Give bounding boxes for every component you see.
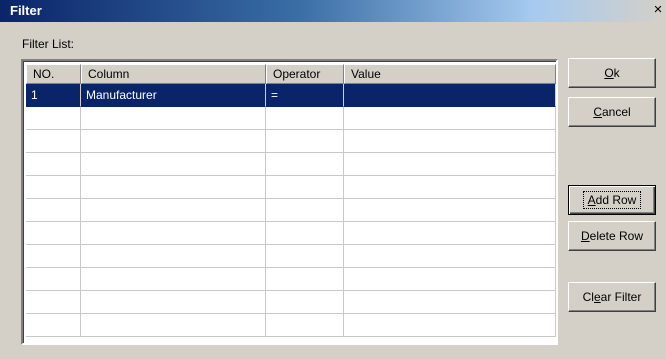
row-column-cell[interactable]	[81, 130, 266, 153]
ok-accel: O	[604, 65, 614, 80]
row-value-cell[interactable]	[344, 107, 556, 130]
empty-table-row[interactable]	[26, 107, 556, 130]
row-no-cell[interactable]	[26, 268, 81, 291]
close-icon[interactable]: ×	[650, 0, 666, 22]
row-value-cell[interactable]	[344, 245, 556, 268]
row-value-cell[interactable]	[344, 130, 556, 153]
delete-row-label: elete Row	[589, 228, 644, 243]
row-no-cell[interactable]	[26, 245, 81, 268]
row-column-cell[interactable]	[81, 107, 266, 130]
delete-row-accel: D	[580, 228, 590, 243]
row-column-cell[interactable]	[81, 176, 266, 199]
empty-table-row[interactable]	[26, 291, 556, 314]
row-column-cell[interactable]	[81, 268, 266, 291]
row-value-cell[interactable]	[344, 268, 556, 291]
filter-grid[interactable]: NO. Column Operator Value 1 Manufacturer =	[21, 59, 558, 345]
title-bar[interactable]: Filter ×	[0, 0, 666, 22]
empty-table-row[interactable]	[26, 314, 556, 337]
row-operator-cell[interactable]	[266, 199, 344, 222]
row-operator-cell[interactable]	[266, 314, 344, 337]
row-operator-cell[interactable]	[266, 245, 344, 268]
cancel-accel: C	[593, 104, 602, 119]
row-value-cell[interactable]	[344, 153, 556, 176]
clear-filter-label: ar Filter	[600, 289, 642, 304]
cancel-button[interactable]: Cancel	[568, 97, 656, 127]
filter-dialog: Filter × Filter List: NO. Column Operato…	[0, 0, 666, 359]
row-column-cell[interactable]	[81, 199, 266, 222]
row-value-cell[interactable]	[344, 176, 556, 199]
add-row-accel: A	[587, 192, 596, 207]
empty-table-row[interactable]	[26, 199, 556, 222]
empty-table-row[interactable]	[26, 245, 556, 268]
row-operator-cell[interactable]	[266, 268, 344, 291]
cancel-label: ancel	[601, 104, 631, 119]
row-column-cell[interactable]	[81, 291, 266, 314]
row-column-cell[interactable]: Manufacturer	[81, 84, 266, 107]
row-operator-cell[interactable]	[266, 130, 344, 153]
row-value-cell[interactable]	[344, 291, 556, 314]
row-column-cell[interactable]	[81, 222, 266, 245]
ok-label: k	[613, 65, 620, 80]
row-no-cell[interactable]	[26, 107, 81, 130]
row-no-cell[interactable]	[26, 291, 81, 314]
row-no-cell[interactable]	[26, 314, 81, 337]
grid-header: NO. Column Operator Value	[26, 64, 556, 84]
add-row-focus: Add Row	[582, 190, 642, 209]
row-operator-cell[interactable]	[266, 153, 344, 176]
row-value-cell[interactable]	[344, 84, 556, 107]
row-no-cell[interactable]: 1	[26, 84, 81, 107]
row-no-cell[interactable]	[26, 222, 81, 245]
column-header-column[interactable]: Column	[81, 64, 266, 84]
empty-table-row[interactable]	[26, 268, 556, 291]
add-row-label: dd Row	[595, 192, 637, 207]
row-no-cell[interactable]	[26, 130, 81, 153]
row-column-cell[interactable]	[81, 245, 266, 268]
window-title: Filter	[10, 3, 42, 18]
delete-row-button[interactable]: Delete Row	[568, 221, 656, 251]
column-header-no[interactable]: NO.	[26, 64, 81, 84]
filter-list-label: Filter List:	[22, 37, 75, 51]
row-value-cell[interactable]	[344, 199, 556, 222]
empty-table-row[interactable]	[26, 130, 556, 153]
row-operator-cell[interactable]: =	[266, 84, 344, 107]
table-row[interactable]: 1 Manufacturer =	[26, 84, 556, 107]
row-value-cell[interactable]	[344, 314, 556, 337]
row-no-cell[interactable]	[26, 199, 81, 222]
add-row-button[interactable]: Add Row	[568, 185, 656, 215]
row-no-cell[interactable]	[26, 153, 81, 176]
row-column-cell[interactable]	[81, 314, 266, 337]
row-operator-cell[interactable]	[266, 176, 344, 199]
column-header-value[interactable]: Value	[344, 64, 556, 84]
empty-table-row[interactable]	[26, 176, 556, 199]
row-value-cell[interactable]	[344, 222, 556, 245]
row-operator-cell[interactable]	[266, 222, 344, 245]
clear-filter-pre: Cl	[582, 289, 594, 304]
ok-button[interactable]: Ok	[568, 58, 656, 88]
row-operator-cell[interactable]	[266, 107, 344, 130]
row-no-cell[interactable]	[26, 176, 81, 199]
column-header-operator[interactable]: Operator	[266, 64, 344, 84]
row-operator-cell[interactable]	[266, 291, 344, 314]
row-column-cell[interactable]	[81, 153, 266, 176]
clear-filter-accel: e	[593, 289, 601, 304]
empty-table-row[interactable]	[26, 153, 556, 176]
clear-filter-button[interactable]: Clear Filter	[568, 282, 656, 312]
empty-table-row[interactable]	[26, 222, 556, 245]
